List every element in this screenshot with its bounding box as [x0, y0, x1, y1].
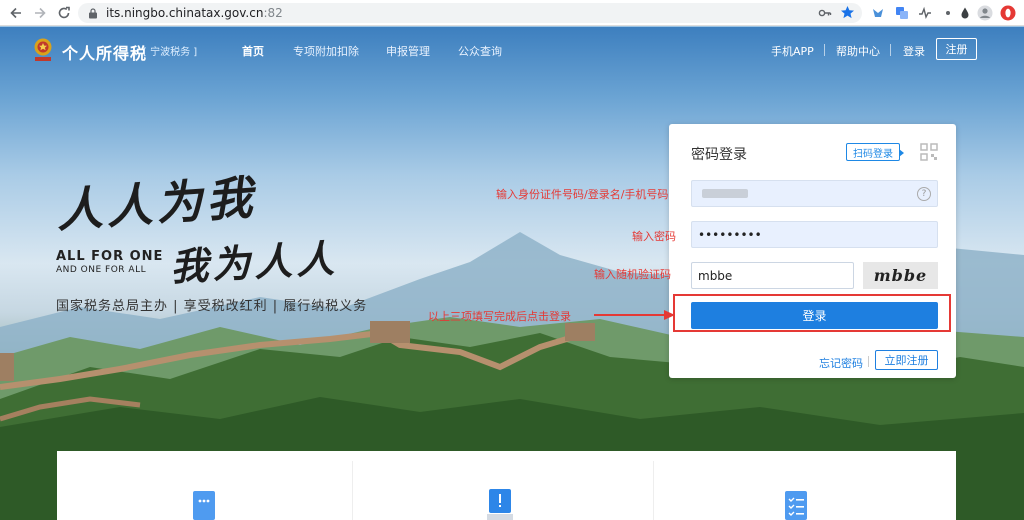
header-divider	[824, 44, 825, 56]
extension-dot-icon[interactable]	[940, 5, 956, 21]
redacted-id-value	[702, 189, 748, 198]
register-now-button[interactable]: 立即注册	[875, 350, 938, 370]
url-host: its.ningbo.chinatax.gov.cn	[106, 6, 264, 20]
card-divider	[352, 461, 353, 520]
checklist-icon[interactable]	[783, 489, 809, 520]
key-icon[interactable]	[818, 6, 832, 23]
annotation-highlight-box	[673, 294, 951, 332]
slogan-calligraphy-1: 人人为我	[54, 170, 258, 238]
opera-icon[interactable]	[1000, 5, 1016, 21]
login-footer-divider	[868, 356, 869, 367]
nav-declaration[interactable]: 申报管理	[386, 43, 430, 59]
header-divider	[890, 44, 891, 56]
back-icon[interactable]	[5, 2, 27, 24]
qr-login-tip[interactable]: 扫码登录	[846, 143, 904, 161]
slogan-english-1: ALL FOR ONE	[56, 249, 164, 264]
mobile-app-link[interactable]: 手机APP	[771, 43, 814, 59]
slogan-motto: 国家税务总局主办 | 享受税改红利 | 履行纳税义务	[56, 299, 368, 314]
header-register-button[interactable]: 注册	[936, 38, 977, 60]
url-port: :82	[263, 6, 283, 20]
document-icon[interactable]	[191, 489, 217, 520]
reload-icon[interactable]	[53, 2, 75, 24]
extension-drop-icon[interactable]	[957, 5, 973, 21]
site-subtitle: [ 宁波税务 ]	[143, 47, 198, 58]
extension-pulse-icon[interactable]	[917, 5, 933, 21]
id-number-input[interactable]: ?	[691, 180, 938, 207]
slogan-english-2: AND ONE FOR ALL	[56, 265, 147, 275]
star-icon[interactable]	[840, 5, 855, 23]
extension-bird-icon[interactable]	[870, 5, 886, 21]
annotation-captcha-hint: 输入随机验证码	[594, 268, 671, 281]
notice-icon[interactable]	[487, 489, 513, 520]
annotation-login-hint: 以上三项填写完成后点击登录	[428, 310, 571, 323]
header-login-link[interactable]: 登录	[903, 43, 925, 59]
qr-code-icon[interactable]	[919, 142, 939, 162]
card-divider	[653, 461, 654, 520]
extension-translate-icon[interactable]	[894, 5, 910, 21]
browser-toolbar: its.ningbo.chinatax.gov.cn:82	[0, 0, 1024, 26]
forward-icon[interactable]	[29, 2, 51, 24]
forgot-password-link[interactable]: 忘记密码	[819, 355, 863, 371]
password-value: •••••••••	[698, 227, 762, 242]
login-panel: 密码登录 扫码登录 ? ••••••••• mbbe mbbe 登录 忘记密码 …	[669, 124, 956, 378]
password-input[interactable]: •••••••••	[691, 221, 938, 248]
help-center-link[interactable]: 帮助中心	[836, 43, 880, 59]
nav-public-query[interactable]: 公众查询	[458, 43, 502, 59]
site-title: 个人所得税	[62, 44, 148, 63]
annotation-password-hint: 输入密码	[632, 230, 676, 243]
captcha-image[interactable]: mbbe	[863, 262, 938, 289]
help-icon[interactable]: ?	[917, 187, 931, 201]
lock-icon	[89, 7, 97, 18]
slogan-calligraphy-2: 我为人人	[169, 235, 340, 290]
annotation-id-hint: 输入身份证件号码/登录名/手机号码	[496, 188, 669, 201]
captcha-input[interactable]: mbbe	[691, 262, 854, 289]
annotation-arrow-icon	[594, 310, 675, 320]
profile-icon[interactable]	[977, 5, 993, 21]
login-title: 密码登录	[691, 147, 747, 163]
services-card	[57, 451, 956, 520]
nav-special-deduction[interactable]: 专项附加扣除	[293, 43, 359, 59]
captcha-value: mbbe	[698, 268, 733, 283]
nav-home[interactable]: 首页	[242, 43, 264, 59]
tax-emblem-icon	[34, 38, 52, 61]
address-bar[interactable]: its.ningbo.chinatax.gov.cn:82	[78, 3, 862, 23]
